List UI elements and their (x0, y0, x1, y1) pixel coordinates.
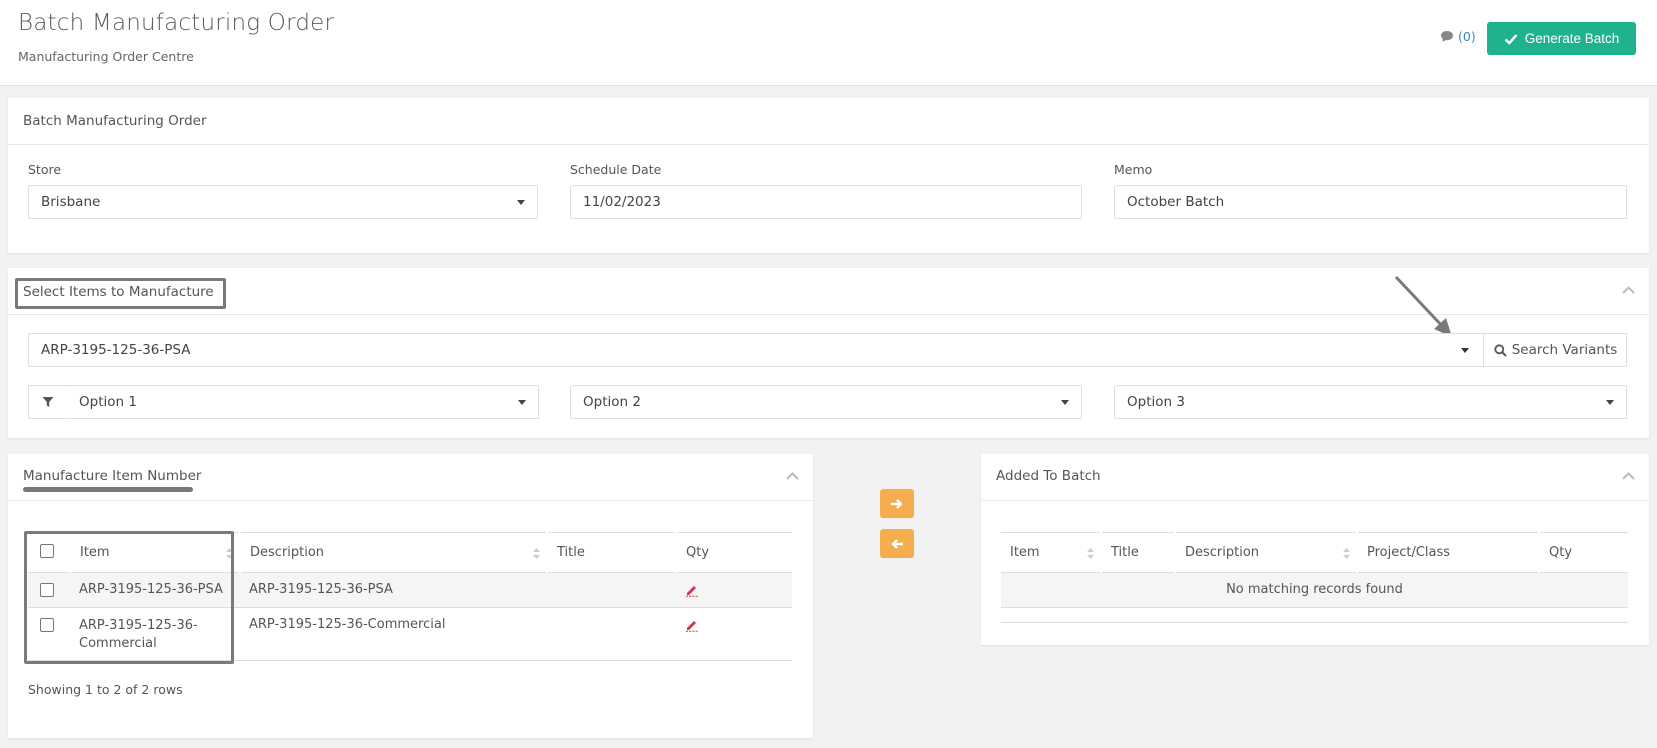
check-icon (1504, 33, 1518, 45)
spacer-cell (1001, 608, 1628, 623)
chevron-up-icon[interactable] (1622, 472, 1635, 480)
option3-value: Option 3 (1127, 394, 1185, 410)
title-cell (547, 573, 676, 608)
column-header-qty-label: Qty (1549, 545, 1573, 560)
column-header-project-class[interactable]: Project/Class (1357, 532, 1540, 573)
sort-icon (1343, 548, 1350, 559)
schedule-date-value: 11/02/2023 (583, 194, 661, 210)
filter-icon (42, 397, 54, 407)
chevron-down-icon[interactable] (1461, 348, 1469, 353)
variant-search-input[interactable]: ARP-3195-125-36-PSA (28, 333, 1627, 367)
schedule-date-label: Schedule Date (570, 162, 662, 177)
filter-addon[interactable] (28, 385, 68, 419)
select-items-highlight (15, 278, 226, 309)
qty-cell (676, 573, 792, 608)
memo-input[interactable]: October Batch (1114, 185, 1627, 219)
table-header-row: Item Title Description Project/Class Qty (1001, 532, 1628, 573)
column-header-qty[interactable]: Qty (676, 532, 792, 573)
description-cell: ARP-3195-125-36-Commercial (249, 617, 446, 632)
comment-icon (1441, 31, 1453, 42)
schedule-date-input[interactable]: 11/02/2023 (570, 185, 1082, 219)
description-cell: ARP-3195-125-36-PSA (249, 582, 393, 597)
chevron-down-icon (517, 200, 525, 205)
store-value: Brisbane (41, 194, 101, 210)
table-spacer-row (1001, 608, 1628, 623)
search-icon (1494, 343, 1507, 357)
column-header-title-label: Title (557, 545, 585, 560)
title-cell (547, 608, 676, 661)
qty-cell (676, 608, 792, 661)
option3-select[interactable]: Option 3 (1114, 385, 1627, 419)
sort-icon (533, 548, 540, 559)
order-panel-title: Batch Manufacturing Order (23, 113, 207, 129)
column-header-title[interactable]: Title (547, 532, 677, 573)
column-header-title[interactable]: Title (1101, 532, 1176, 573)
column-header-title-label: Title (1111, 545, 1139, 560)
page-header: Batch Manufacturing Order Manufacturing … (0, 0, 1657, 86)
column-header-description-label: Description (250, 545, 325, 560)
generate-batch-button[interactable]: Generate Batch (1487, 22, 1636, 55)
column-header-item[interactable]: Item (1001, 532, 1102, 573)
manufacture-item-header: Manufacture Item Number (8, 454, 813, 501)
page-subtitle: Manufacturing Order Centre (18, 49, 194, 64)
chevron-up-icon[interactable] (1622, 286, 1635, 294)
chevron-down-icon (1606, 400, 1614, 405)
batch-items-table: Item Title Description Project/Class Qty… (1001, 532, 1628, 623)
comments-link[interactable]: (0) (1440, 29, 1476, 44)
column-header-description[interactable]: Description (1175, 532, 1358, 573)
item-column-highlight (24, 531, 234, 664)
column-header-qty-label: Qty (686, 545, 710, 560)
arrow-left-icon (891, 538, 903, 549)
column-header-project-class-label: Project/Class (1367, 545, 1451, 560)
store-select[interactable]: Brisbane (28, 185, 538, 219)
manufacture-item-title: Manufacture Item Number (23, 468, 202, 484)
table-row: No matching records found (1001, 572, 1628, 608)
column-header-qty[interactable]: Qty (1539, 532, 1628, 573)
arrow-right-icon (891, 498, 903, 509)
added-to-batch-header: Added To Batch (981, 454, 1649, 501)
chevron-up-icon[interactable] (786, 472, 799, 480)
empty-message: No matching records found (1226, 582, 1403, 597)
column-header-item-label: Item (1010, 545, 1040, 560)
search-variants-button[interactable]: Search Variants (1483, 333, 1627, 367)
comments-count: (0) (1458, 29, 1476, 44)
store-label: Store (28, 162, 62, 177)
option1-select[interactable]: Option 1 (67, 385, 539, 419)
memo-label: Memo (1114, 162, 1153, 177)
option2-value: Option 2 (583, 394, 641, 410)
move-left-button[interactable] (880, 529, 914, 558)
chevron-down-icon (1061, 400, 1069, 405)
order-panel-header: Batch Manufacturing Order (8, 98, 1649, 145)
added-to-batch-title: Added To Batch (996, 468, 1101, 484)
sort-icon (1087, 548, 1094, 559)
option2-select[interactable]: Option 2 (570, 385, 1082, 419)
column-header-description-label: Description (1185, 545, 1260, 560)
move-right-button[interactable] (880, 489, 914, 518)
pencil-icon[interactable] (685, 583, 699, 597)
column-header-description[interactable]: Description (240, 532, 548, 573)
generate-batch-label: Generate Batch (1524, 31, 1620, 46)
memo-value: October Batch (1127, 194, 1225, 210)
chevron-down-icon (518, 400, 526, 405)
page-title: Batch Manufacturing Order (18, 10, 335, 36)
order-panel: Batch Manufacturing Order (8, 98, 1649, 253)
manufacture-title-underline (23, 487, 193, 492)
pencil-icon[interactable] (685, 618, 699, 632)
variant-search-value: ARP-3195-125-36-PSA (41, 342, 191, 358)
option1-value: Option 1 (79, 394, 137, 410)
search-variants-label: Search Variants (1511, 342, 1618, 358)
pagination-info: Showing 1 to 2 of 2 rows (28, 682, 183, 697)
